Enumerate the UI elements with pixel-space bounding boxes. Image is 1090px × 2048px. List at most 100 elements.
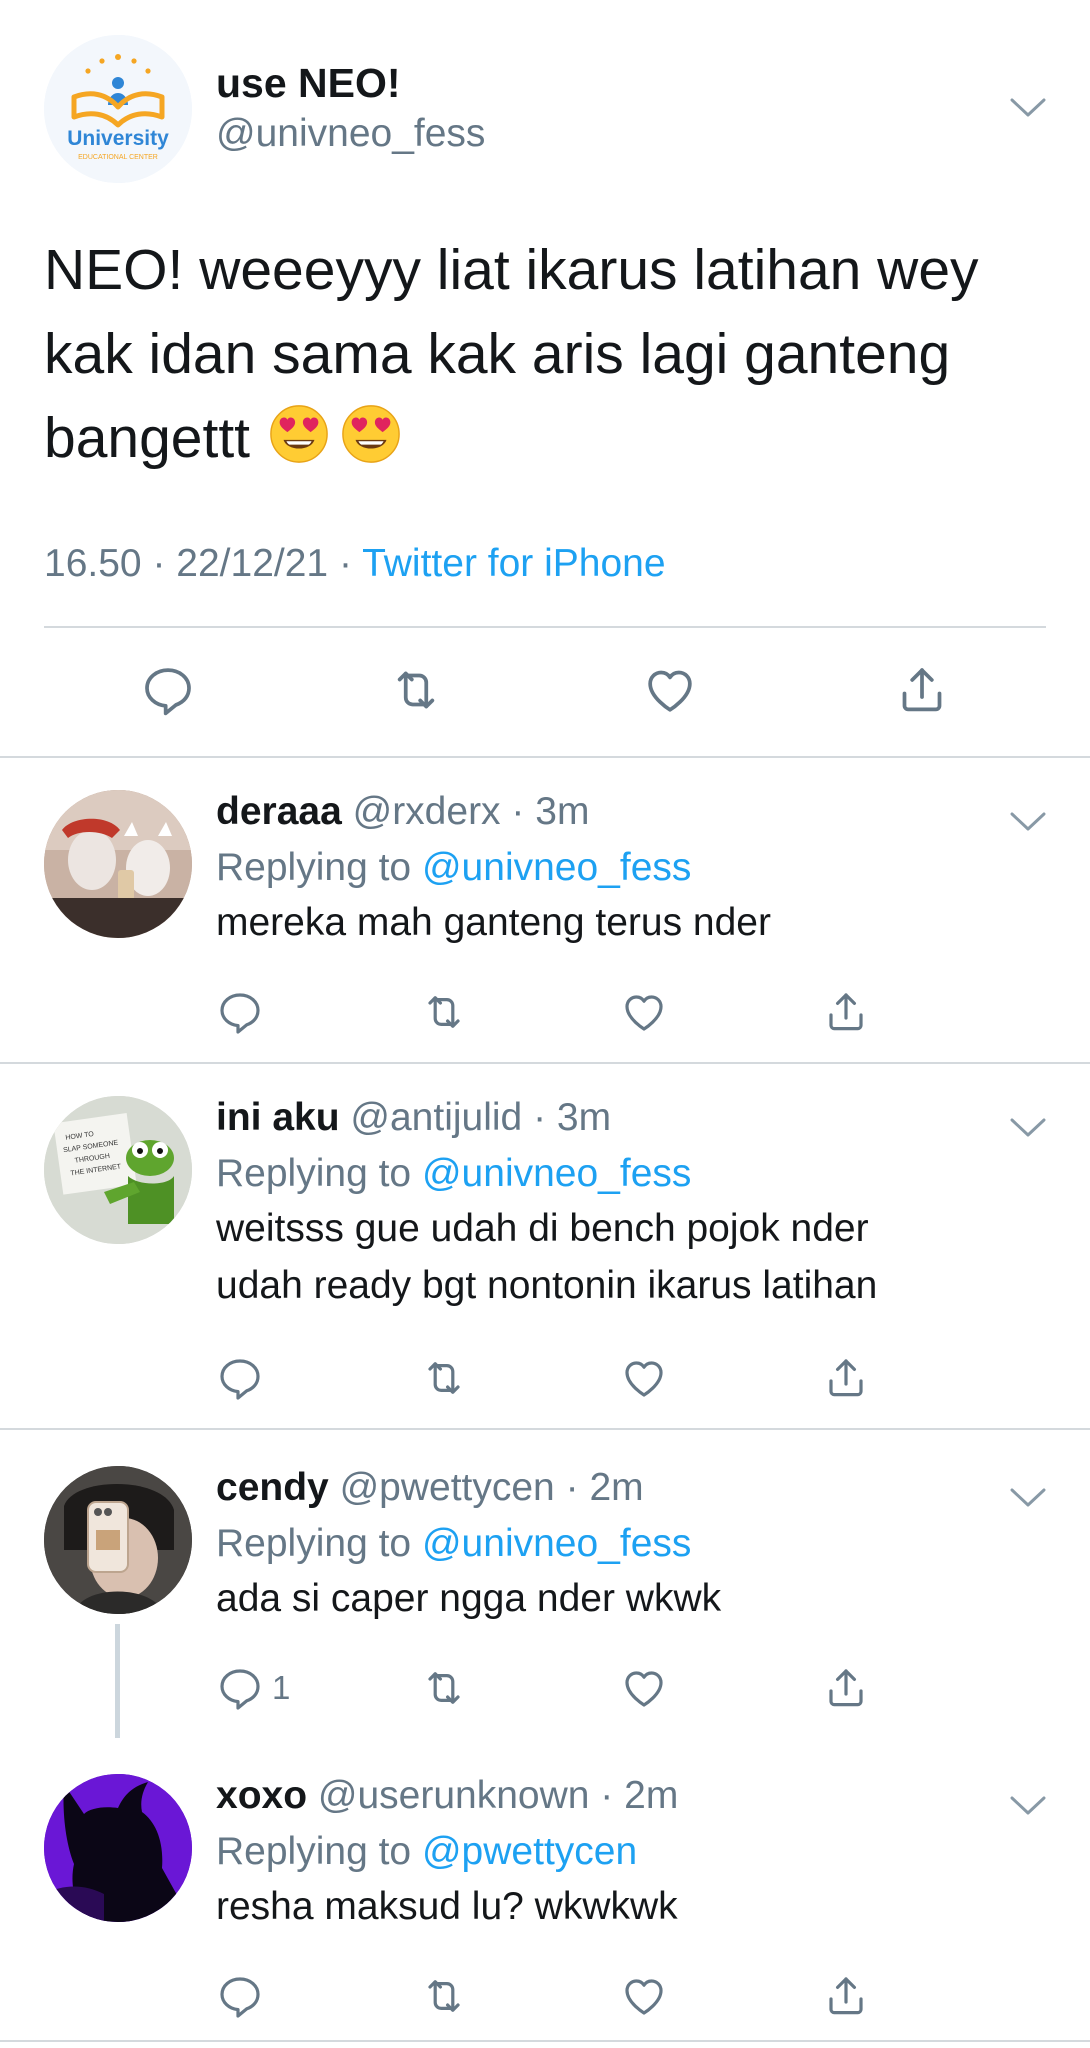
- share-button[interactable]: [822, 1664, 870, 1712]
- reply-author-handle[interactable]: @antijulid: [350, 1096, 522, 1139]
- reply-text-line: weitsss gue udah di bench pojok nder: [216, 1207, 869, 1250]
- replying-to-mention[interactable]: @univneo_fess: [422, 1152, 691, 1195]
- like-button[interactable]: [620, 1664, 668, 1712]
- tweet-text-line-part: bangettt: [44, 406, 251, 470]
- heart-eyes-emoji-icon: [340, 403, 402, 465]
- retweet-icon: [420, 1972, 468, 2020]
- meta-separator: ·: [152, 542, 166, 585]
- avatar-photo-icon: [44, 1774, 192, 1922]
- reply-time[interactable]: 2m: [624, 1774, 678, 1817]
- replying-to-mention[interactable]: @univneo_fess: [422, 846, 691, 889]
- retweet-button[interactable]: [420, 1972, 468, 2020]
- reply-text: weitsss gue udah di bench pojok nder uda…: [216, 1200, 877, 1314]
- reply-author-handle[interactable]: @userunknown: [318, 1774, 590, 1817]
- reply-button[interactable]: [140, 662, 196, 718]
- reply-time[interactable]: 2m: [589, 1466, 643, 1509]
- retweet-icon: [420, 1664, 468, 1712]
- like-button[interactable]: [620, 988, 668, 1036]
- replying-to-mention[interactable]: @pwettycen: [422, 1830, 637, 1873]
- replying-to-label: Replying to: [216, 846, 412, 889]
- reply-author-name[interactable]: ini aku: [216, 1096, 340, 1139]
- reply-text: resha maksud lu? wkwkwk: [216, 1878, 678, 1935]
- reply-text-line: ada si caper ngga nder wkwk: [216, 1577, 722, 1620]
- like-button[interactable]: [620, 1972, 668, 2020]
- heart-icon: [642, 662, 698, 718]
- retweet-button[interactable]: [388, 662, 444, 718]
- share-button[interactable]: [822, 1972, 870, 2020]
- tweet-source-link[interactable]: Twitter for iPhone: [362, 542, 665, 585]
- heart-icon: [620, 988, 668, 1036]
- tweet-text: NEO! weeeyyy liat ikarus latihan wey kak…: [44, 228, 1054, 480]
- heart-icon: [620, 1972, 668, 2020]
- reply-tweet[interactable]: xoxo @userunknown · 2m Replying to @pwet…: [0, 1738, 1090, 2042]
- share-button[interactable]: [894, 662, 950, 718]
- reply-time[interactable]: 3m: [557, 1096, 611, 1139]
- replying-to-label: Replying to: [216, 1152, 412, 1195]
- reply-author-name[interactable]: cendy: [216, 1466, 329, 1509]
- thread-line: [115, 1624, 120, 1738]
- reply-text: ada si caper ngga nder wkwk: [216, 1570, 721, 1627]
- reply-count: 1: [272, 1669, 291, 1706]
- avatar-antijulid[interactable]: HOW TO SLAP SOMEONE THROUGH THE INTERNET: [44, 1096, 192, 1244]
- author-name[interactable]: use NEO!: [216, 60, 401, 107]
- chevron-down-icon[interactable]: [1008, 1486, 1048, 1510]
- meta-separator: ·: [511, 790, 525, 833]
- like-button[interactable]: [642, 662, 698, 718]
- avatar-pwettycen[interactable]: [44, 1466, 192, 1614]
- reply-author-name[interactable]: xoxo: [216, 1774, 307, 1817]
- reply-time[interactable]: 3m: [535, 790, 589, 833]
- retweet-icon: [420, 1354, 468, 1402]
- reply-header: cendy @pwettycen · 2m: [216, 1466, 644, 1510]
- share-button[interactable]: [822, 1354, 870, 1402]
- avatar-photo-icon: HOW TO SLAP SOMEONE THROUGH THE INTERNET: [44, 1096, 192, 1244]
- reply-header: ini aku @antijulid · 3m: [216, 1096, 611, 1140]
- retweet-button[interactable]: [420, 1354, 468, 1402]
- tweet-text-line: kak idan sama kak aris lagi ganteng: [44, 322, 951, 386]
- reply-author-handle[interactable]: @pwettycen: [340, 1466, 555, 1509]
- retweet-button[interactable]: [420, 1664, 468, 1712]
- share-button[interactable]: [822, 988, 870, 1036]
- avatar-rxderx[interactable]: [44, 790, 192, 938]
- replying-to: Replying to @univneo_fess: [216, 846, 691, 890]
- author-handle[interactable]: @univneo_fess: [216, 112, 485, 156]
- tweet-text-line: bangettt: [44, 396, 1054, 480]
- reply-text-line: resha maksud lu? wkwkwk: [216, 1885, 678, 1928]
- chevron-down-icon[interactable]: [1008, 1794, 1048, 1818]
- reply-button[interactable]: [216, 1354, 264, 1402]
- avatar-userunknown[interactable]: [44, 1774, 192, 1922]
- reply-icon: [216, 988, 264, 1036]
- tweet-text-line: NEO! weeeyyy liat ikarus latihan wey: [44, 238, 979, 302]
- chevron-down-icon[interactable]: [1008, 1116, 1048, 1140]
- reply-button[interactable]: 1: [216, 1664, 290, 1712]
- reply-author-handle[interactable]: @rxderx: [353, 790, 501, 833]
- reply-tweet[interactable]: deraaa @rxderx · 3m Replying to @univneo…: [0, 758, 1090, 1064]
- reply-button[interactable]: [216, 988, 264, 1036]
- reply-text-line: mereka mah ganteng terus nder: [216, 901, 771, 944]
- reply-header: xoxo @userunknown · 2m: [216, 1774, 678, 1818]
- chevron-down-icon[interactable]: [1008, 810, 1048, 834]
- retweet-button[interactable]: [420, 988, 468, 1036]
- heart-icon: [620, 1664, 668, 1712]
- reply-tweet[interactable]: HOW TO SLAP SOMEONE THROUGH THE INTERNET…: [0, 1064, 1090, 1430]
- heart-icon: [620, 1354, 668, 1402]
- divider: [44, 626, 1046, 628]
- reply-button[interactable]: [216, 1972, 264, 2020]
- reply-tweet[interactable]: cendy @pwettycen · 2m Replying to @univn…: [0, 1430, 1090, 1738]
- reply-icon: [216, 1664, 264, 1712]
- like-button[interactable]: [620, 1354, 668, 1402]
- replying-to: Replying to @univneo_fess: [216, 1522, 691, 1566]
- avatar-photo-icon: [44, 790, 192, 938]
- share-icon: [822, 1354, 870, 1402]
- reply-icon: [216, 1972, 264, 2020]
- chevron-down-icon[interactable]: [1008, 96, 1048, 120]
- reply-author-name[interactable]: deraaa: [216, 790, 342, 833]
- tweet-time: 16.50: [44, 542, 142, 585]
- main-tweet: University EDUCATIONAL CENTER use NEO! @…: [0, 0, 1090, 758]
- replying-to-mention[interactable]: @univneo_fess: [422, 1522, 691, 1565]
- heart-eyes-emoji-icon: [268, 403, 330, 465]
- avatar-univneo[interactable]: University EDUCATIONAL CENTER: [44, 35, 192, 183]
- avatar-logo-subtext: EDUCATIONAL CENTER: [78, 154, 158, 161]
- meta-separator: ·: [338, 542, 352, 585]
- share-icon: [822, 1664, 870, 1712]
- tweet-date[interactable]: 22/12/21: [176, 542, 328, 585]
